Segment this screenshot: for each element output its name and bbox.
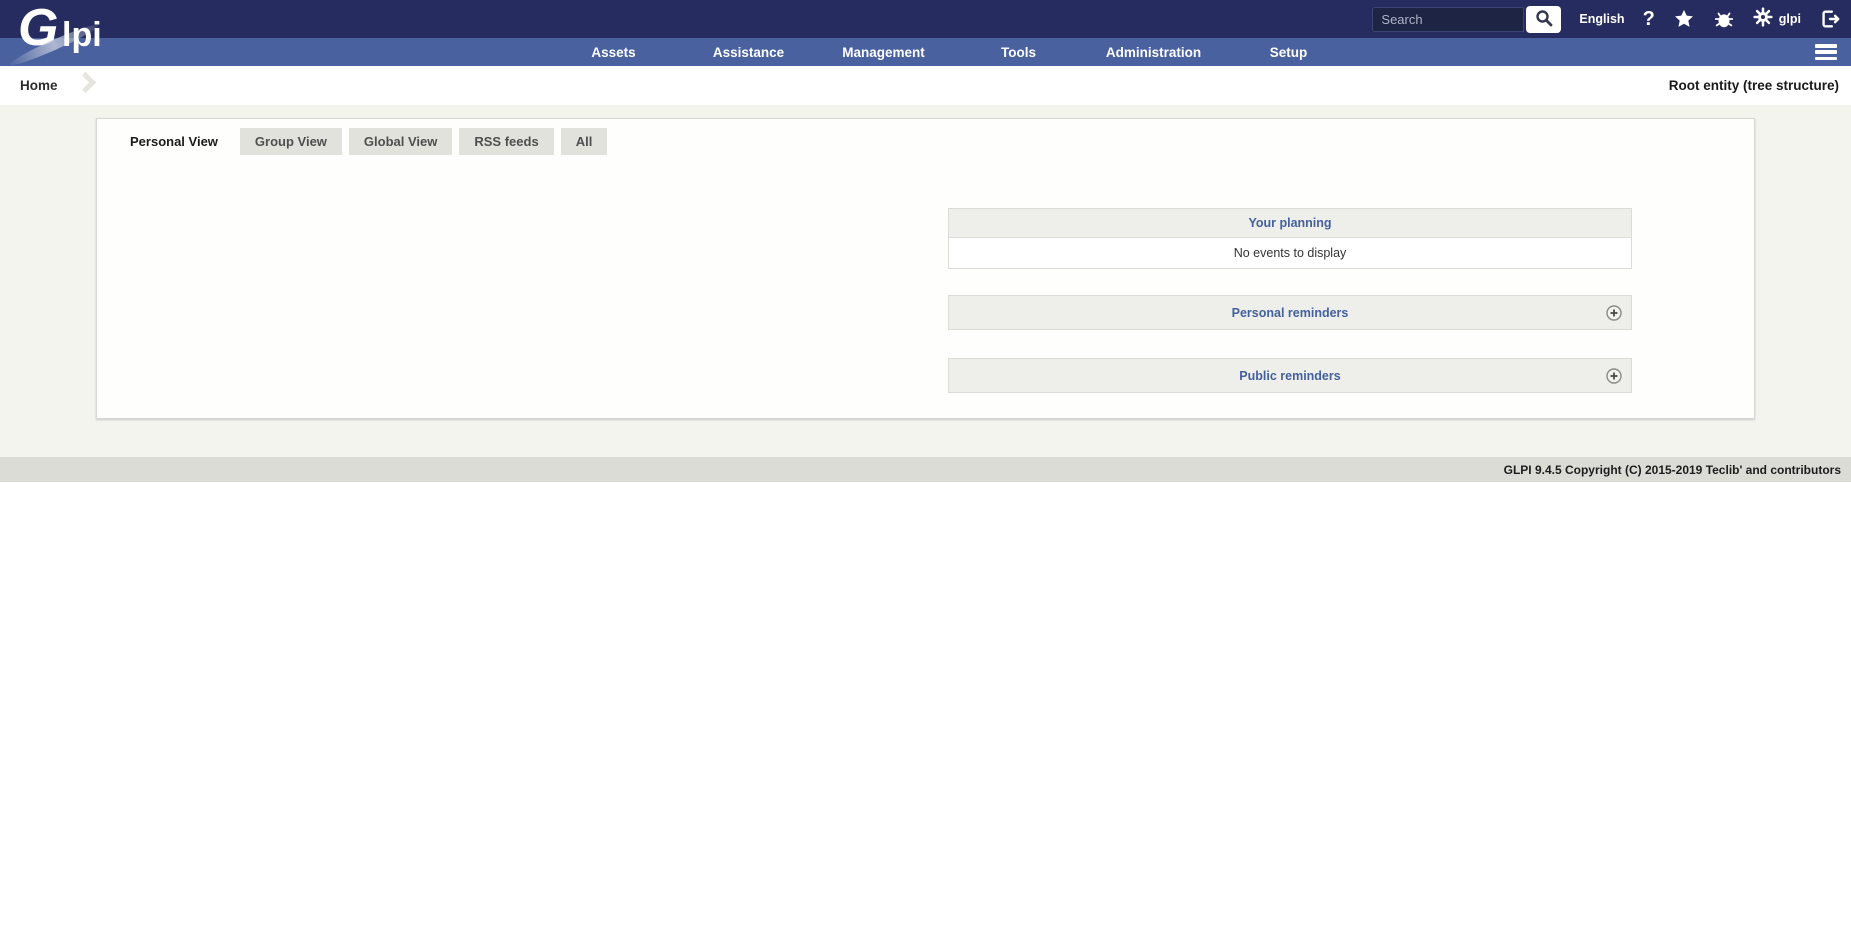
footer-bar: GLPI 9.4.5 Copyright (C) 2015-2019 Tecli…: [0, 457, 1851, 482]
personal-reminders-title-link[interactable]: Personal reminders: [1232, 306, 1349, 320]
bug-icon[interactable]: [1713, 8, 1735, 30]
public-reminders-header: Public reminders: [948, 358, 1632, 393]
hamburger-menu-icon[interactable]: [1815, 44, 1837, 60]
top-bar-right-group: English ?: [1372, 0, 1841, 38]
planning-panel: Your planning No events to display: [948, 208, 1632, 269]
tab-personal-view[interactable]: Personal View: [115, 128, 233, 155]
public-reminders-title-link[interactable]: Public reminders: [1239, 369, 1340, 383]
view-tabs: Personal View Group View Global View RSS…: [115, 128, 607, 155]
breadcrumb-chevron-icon: [75, 72, 96, 93]
gear-icon: [1753, 7, 1773, 32]
search-icon: [1535, 9, 1553, 30]
personal-reminders-panel: Personal reminders: [948, 295, 1632, 330]
tab-group-view[interactable]: Group View: [240, 128, 342, 155]
help-icon[interactable]: ?: [1643, 9, 1655, 29]
username-label: glpi: [1779, 12, 1801, 26]
star-icon[interactable]: [1673, 8, 1695, 30]
breadcrumb-bar: Home Root entity (tree structure): [0, 66, 1851, 105]
menu-item-management[interactable]: Management: [816, 38, 951, 66]
menu-item-setup[interactable]: Setup: [1221, 38, 1356, 66]
global-search: [1372, 6, 1561, 33]
add-personal-reminder-button[interactable]: [1606, 305, 1622, 321]
glpi-home-page: English ?: [0, 0, 1851, 925]
public-reminders-panel: Public reminders: [948, 358, 1632, 393]
copyright-text: GLPI 9.4.5 Copyright (C) 2015-2019 Tecli…: [1504, 463, 1841, 477]
search-input[interactable]: [1372, 7, 1524, 32]
search-button[interactable]: [1526, 6, 1561, 33]
logout-icon[interactable]: [1819, 8, 1841, 30]
tab-global-view[interactable]: Global View: [349, 128, 452, 155]
menu-item-assistance[interactable]: Assistance: [681, 38, 816, 66]
planning-panel-header: Your planning: [948, 208, 1632, 238]
planning-title-link[interactable]: Your planning: [1248, 216, 1331, 230]
top-bar: English ?: [0, 0, 1851, 38]
personal-reminders-header: Personal reminders: [948, 295, 1632, 330]
main-content-area: Personal View Group View Global View RSS…: [0, 105, 1851, 457]
add-public-reminder-button[interactable]: [1606, 368, 1622, 384]
glpi-logo[interactable]: G lpi: [10, 2, 130, 64]
planning-empty-message: No events to display: [948, 238, 1632, 269]
tab-all[interactable]: All: [561, 128, 608, 155]
user-menu[interactable]: glpi: [1753, 7, 1801, 32]
tab-rss-feeds[interactable]: RSS feeds: [459, 128, 553, 155]
menu-item-tools[interactable]: Tools: [951, 38, 1086, 66]
language-selector[interactable]: English: [1579, 12, 1624, 26]
menu-item-assets[interactable]: Assets: [546, 38, 681, 66]
glpi-logo-lpi: lpi: [62, 16, 102, 55]
entity-selector[interactable]: Root entity (tree structure): [1669, 66, 1839, 105]
main-menu: Assets Assistance Management Tools Admin…: [546, 38, 1356, 66]
dashboard-card: Personal View Group View Global View RSS…: [96, 118, 1755, 419]
breadcrumb-home-link[interactable]: Home: [20, 66, 58, 105]
menu-item-administration[interactable]: Administration: [1086, 38, 1221, 66]
main-menu-bar: Assets Assistance Management Tools Admin…: [0, 38, 1851, 66]
